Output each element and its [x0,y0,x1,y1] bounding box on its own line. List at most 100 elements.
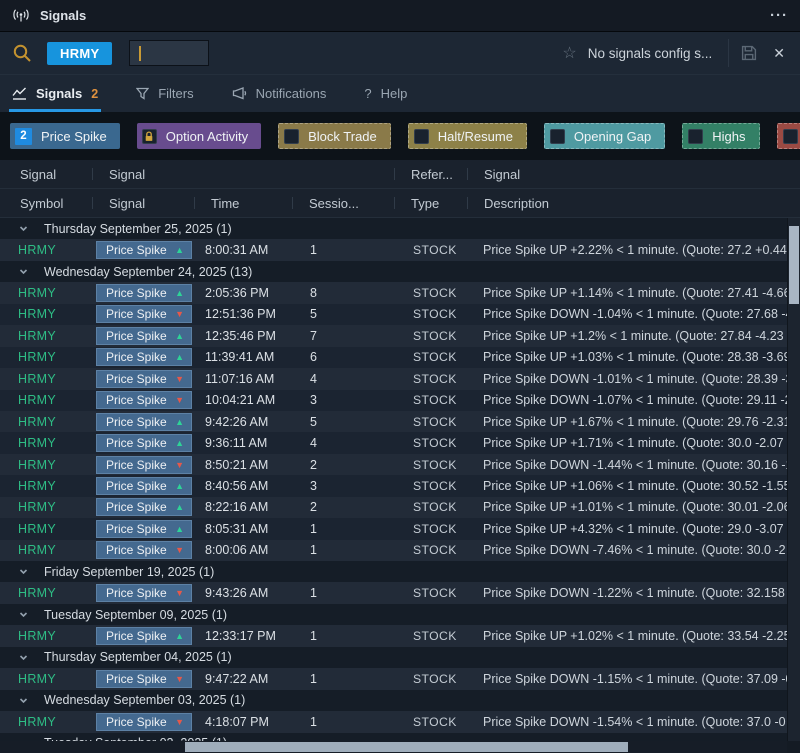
group-row[interactable]: Tuesday September 09, 2025 (1) [0,603,800,626]
signal-badge-label: Price Spike [106,543,167,558]
filter-chip-block-trade[interactable]: Block Trade [278,123,391,149]
signal-badge: Price Spike ▼ [96,391,192,410]
filter-chip-opening-gap[interactable]: Opening Gap [543,123,666,149]
chevron-down-icon[interactable] [18,566,29,577]
description-cell: Price Spike UP +1.01% < 1 minute. (Quote… [483,500,791,515]
group-row[interactable]: Thursday September 04, 2025 (1) [0,646,800,669]
filter-chip-lows[interactable]: Lows [776,123,800,149]
signal-row[interactable]: HRMY Price Spike ▲ 8:00:31 AM 1 STOCK Price Sp… [0,239,800,261]
signal-row[interactable]: HRMY Price Spike ▼ 9:43:26 AM 1 STOCK Price Sp… [0,582,800,604]
description-cell: Price Spike DOWN -1.54% < 1 minute. (Quo… [483,714,786,729]
filter-count-badge: 2 [15,127,32,145]
filter-chip-highs[interactable]: Highs [682,123,760,149]
horizontal-scrollbar-thumb[interactable] [185,742,628,752]
symbol-cell: HRMY [18,543,57,558]
arrow-up-icon: ▲ [175,330,184,341]
group-row[interactable]: Wednesday September 24, 2025 (13) [0,260,800,283]
divider [728,39,730,67]
config-group: ☆ No signals config s... ✕ [562,39,788,67]
symbol-cell: HRMY [18,414,57,429]
signal-row[interactable]: HRMY Price Spike ▲ 9:36:11 AM 4 STOCK Price Sp… [0,432,800,454]
group-row[interactable]: Friday September 19, 2025 (1) [0,561,800,583]
group-header-cell[interactable]: Signal [0,160,93,188]
signal-row[interactable]: HRMY Price Spike ▲ 2:05:36 PM 8 STOCK Price Sp… [0,282,800,304]
signal-badge-label: Price Spike [106,371,167,386]
filter-chip-halt-resume[interactable]: Halt/Resume [407,123,527,149]
group-header-cell[interactable]: Signal [468,160,800,188]
filter-chip-option-activity[interactable]: Option Activity [136,123,262,149]
filter-label: Highs [712,128,746,144]
time-cell: 11:39:41 AM [205,350,275,365]
save-icon[interactable] [741,45,757,61]
search-bar: HRMY ☆ No signals config s... ✕ [0,32,800,74]
tab-notifications[interactable]: Notifications [232,75,326,112]
signal-badge-label: Price Spike [106,350,167,365]
symbol-search-input[interactable] [129,40,210,66]
signal-badge-label: Price Spike [106,393,167,408]
description-cell: Price Spike DOWN -1.07% < 1 minute. (Quo… [483,393,792,408]
column-header-signal[interactable]: Signal [93,189,195,217]
symbol-cell: HRMY [18,350,57,365]
column-header-symbol[interactable]: Symbol [0,189,93,217]
checkbox-icon [688,128,704,144]
signal-row[interactable]: HRMY Price Spike ▼ 8:50:21 AM 2 STOCK Price Sp… [0,453,800,476]
vertical-scrollbar[interactable] [787,218,800,741]
signal-badge-label: Price Spike [106,671,167,686]
session-cell: 6 [310,350,317,365]
signal-row[interactable]: HRMY Price Spike ▼ 4:18:07 PM 1 STOCK Price Sp… [0,711,800,733]
tab-signals[interactable]: Signals 2 [8,75,102,112]
description-cell: Price Spike UP +2.22% < 1 minute. (Quote… [483,243,787,258]
vertical-scrollbar-thumb[interactable] [789,226,799,304]
signals-window: Signals ··· HRMY ☆ No signals config s..… [0,0,800,753]
horizontal-scrollbar[interactable] [0,741,787,753]
column-header-session[interactable]: Sessio... [293,189,395,217]
column-header-type[interactable]: Type [395,189,468,217]
signal-row[interactable]: HRMY Price Spike ▼ 11:07:16 AM 4 STOCK Price S… [0,368,800,390]
signal-row[interactable]: HRMY Price Spike ▲ 12:33:17 PM 1 STOCK Price S… [0,625,800,647]
signal-row[interactable]: HRMY Price Spike ▲ 8:22:16 AM 2 STOCK Price Sp… [0,496,800,519]
description-cell: Price Spike UP +4.32% < 1 minute. (Quote… [483,521,784,536]
signal-row[interactable]: HRMY Price Spike ▲ 12:35:46 PM 7 STOCK Price S… [0,325,800,347]
signal-row[interactable]: HRMY Price Spike ▲ 8:40:56 AM 3 STOCK Price Sp… [0,475,800,497]
tab-filters[interactable]: Filters [136,75,194,112]
session-cell: 4 [310,371,317,386]
arrow-up-icon: ▲ [175,523,184,534]
chevron-down-icon[interactable] [18,695,29,706]
symbol-chip[interactable]: HRMY [47,41,113,65]
chevron-down-icon[interactable] [18,609,29,620]
time-cell: 12:33:17 PM [205,629,276,644]
signal-row[interactable]: HRMY Price Spike ▼ 10:04:21 AM 3 STOCK Price S… [0,389,800,411]
description-cell: Price Spike UP +1.02% < 1 minute. (Quote… [483,629,791,644]
column-header-time[interactable]: Time [195,189,293,217]
chevron-down-icon[interactable] [18,266,29,277]
star-icon[interactable]: ☆ [562,43,576,63]
tab-help[interactable]: ? Help [364,75,407,112]
group-row[interactable]: Thursday September 25, 2025 (1) [0,218,800,240]
signal-badge: Price Spike ▼ [96,584,192,603]
table-column-header-row: Symbol Signal Time Sessio... Type Descri… [0,189,800,218]
close-icon[interactable]: ✕ [773,45,785,62]
chevron-down-icon[interactable] [18,652,29,663]
symbol-cell: HRMY [18,586,57,601]
filter-chip-price-spike[interactable]: 2 Price Spike [10,123,120,149]
chevron-down-icon[interactable] [18,223,29,234]
signal-row[interactable]: HRMY Price Spike ▼ 8:00:06 AM 1 STOCK Price Sp… [0,539,800,561]
arrow-up-icon: ▲ [175,480,184,491]
signal-badge: Price Spike ▲ [96,241,192,260]
signal-badge: Price Spike ▲ [96,476,192,495]
window-menu-icon[interactable]: ··· [770,7,788,24]
time-cell: 11:07:16 AM [205,371,275,386]
checkbox-icon [549,128,565,144]
signal-row[interactable]: HRMY Price Spike ▲ 9:42:26 AM 5 STOCK Price Sp… [0,410,800,433]
signal-row[interactable]: HRMY Price Spike ▲ 11:39:41 AM 6 STOCK Price S… [0,346,800,369]
group-header-cell[interactable]: Refer... [395,160,468,188]
signal-badge-label: Price Spike [106,307,167,322]
column-header-description[interactable]: Description [468,189,800,217]
signal-row[interactable]: HRMY Price Spike ▼ 9:47:22 AM 1 STOCK Price Sp… [0,668,800,690]
search-input-field[interactable] [130,41,209,65]
signal-row[interactable]: HRMY Price Spike ▲ 8:05:31 AM 1 STOCK Price Sp… [0,518,800,540]
group-row[interactable]: Wednesday September 03, 2025 (1) [0,689,800,712]
group-header-cell[interactable]: Signal [93,160,395,188]
symbol-cell: HRMY [18,500,57,515]
signal-row[interactable]: HRMY Price Spike ▼ 12:51:36 PM 5 STOCK Price S… [0,303,800,326]
